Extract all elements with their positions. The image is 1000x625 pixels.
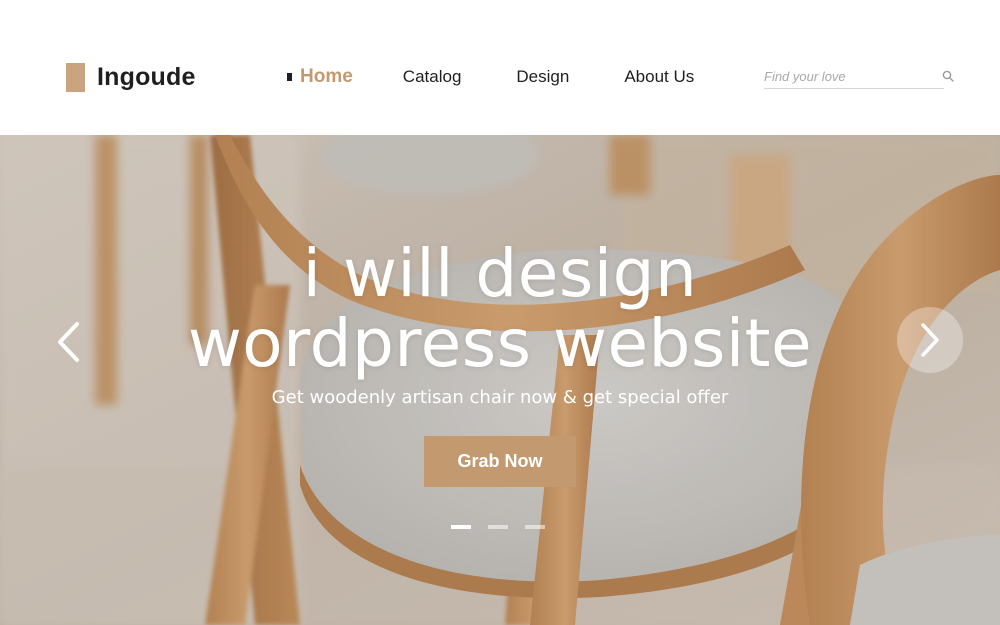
- slider-prev-button[interactable]: [46, 312, 90, 372]
- brand-name: Ingoude: [97, 63, 196, 91]
- hero-subtitle: Get woodenly artisan chair now & get spe…: [271, 387, 729, 408]
- slider-dot-1[interactable]: [451, 525, 471, 529]
- main-nav: Home Catalog Design About Us: [287, 66, 694, 88]
- slider-dot-3[interactable]: [525, 525, 545, 529]
- slider-dots: [451, 525, 545, 529]
- nav-item-label: Home: [300, 66, 353, 87]
- grab-now-button[interactable]: Grab Now: [424, 436, 576, 487]
- nav-item-design[interactable]: Design: [516, 67, 569, 87]
- logo-mark-icon: [66, 63, 85, 92]
- hero-title-line-1: i will design: [302, 235, 698, 312]
- nav-item-home[interactable]: Home: [287, 66, 353, 88]
- hero-slider: i will design wordpress website Get wood…: [0, 135, 1000, 625]
- slider-next-button[interactable]: [897, 307, 963, 373]
- logo[interactable]: Ingoude: [66, 63, 196, 92]
- nav-item-catalog[interactable]: Catalog: [403, 67, 462, 87]
- hero-title-line-2: wordpress website: [187, 305, 813, 382]
- chevron-left-icon: [58, 322, 79, 362]
- site-header: Ingoude Home Catalog Design About Us: [0, 0, 1000, 135]
- search-box: [764, 64, 954, 89]
- search-icon[interactable]: [942, 68, 954, 84]
- search-input[interactable]: [764, 68, 942, 84]
- active-indicator-icon: [287, 73, 292, 81]
- slider-dot-2[interactable]: [488, 525, 508, 529]
- chevron-right-icon: [921, 323, 939, 357]
- nav-item-about-us[interactable]: About Us: [624, 67, 694, 87]
